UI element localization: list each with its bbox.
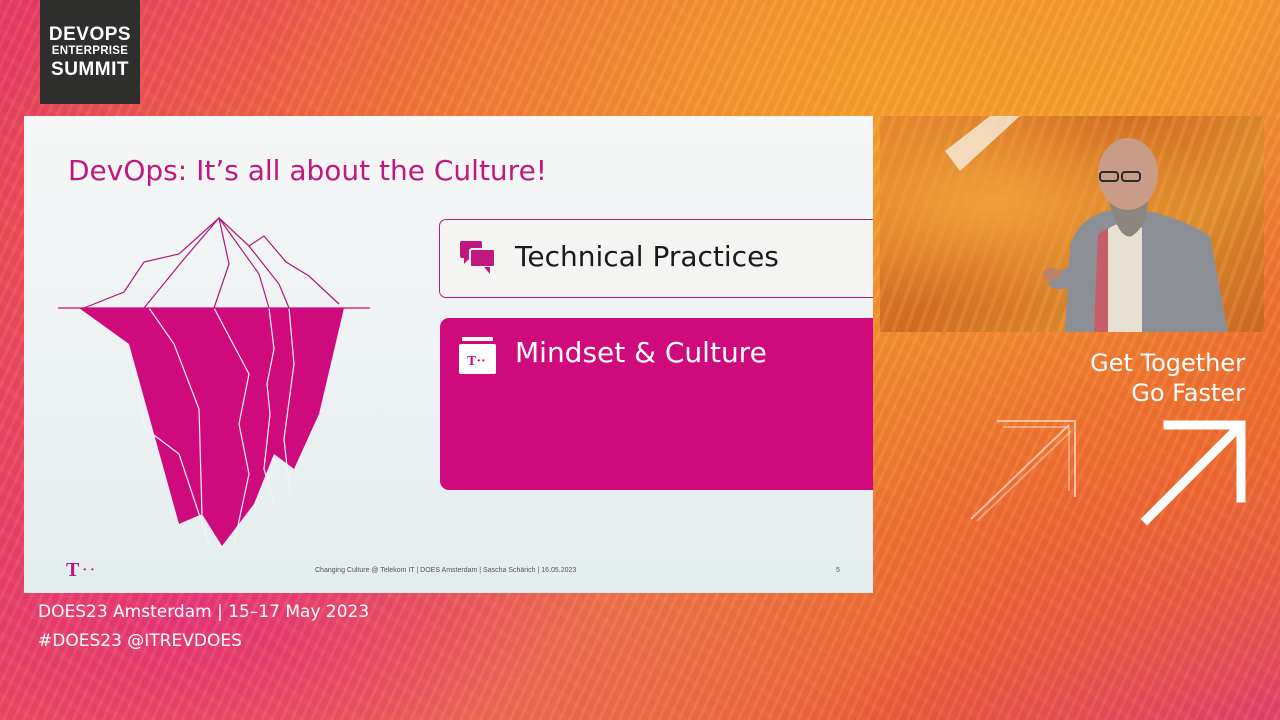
- devops-summit-logo: DEVOPS ENTERPRISE SUMMIT: [40, 0, 140, 104]
- mindset-culture-box: T·· Mindset & Culture: [440, 318, 873, 490]
- telekom-card-icon: T··: [459, 337, 496, 378]
- telekom-logo-t: T: [66, 559, 81, 581]
- iceberg-top-ridge: [218, 217, 270, 309]
- event-line-1: DOES23 Amsterdam | 15–17 May 2023: [38, 602, 370, 622]
- technical-practices-label: Technical Practices: [515, 240, 779, 273]
- iceberg-illustration: [58, 216, 370, 546]
- slide-page-number: 5: [836, 567, 840, 574]
- tagline-line-2: Go Faster: [1131, 379, 1245, 407]
- iceberg-top-ridge: [248, 245, 290, 309]
- logo-line-2: ENTERPRISE: [51, 45, 129, 58]
- logo-line-3: SUMMIT: [51, 58, 129, 80]
- arrow-up-right-icon: [1140, 420, 1246, 526]
- speaker-camera-feed: [880, 116, 1264, 332]
- telekom-logo: T ··: [66, 559, 98, 582]
- iceberg-top-outline: [83, 217, 340, 309]
- slide-title: DevOps: It’s all about the Culture!: [68, 154, 548, 187]
- chat-bubbles-icon: [460, 241, 496, 279]
- event-line-2: #DOES23 @ITREVDOES: [38, 631, 242, 651]
- event-info: DOES23 Amsterdam | 15–17 May 2023 #DOES2…: [38, 598, 369, 656]
- technical-practices-box: Technical Practices: [439, 219, 873, 298]
- tagline: Get Together Go Faster: [1090, 348, 1245, 408]
- ghost-arrow-icon: [970, 420, 1076, 522]
- iceberg-underwater: [79, 308, 344, 546]
- iceberg-top-ridge: [143, 216, 230, 309]
- slide-footer: Changing Culture @ Telekom IT | DOES Ams…: [315, 567, 577, 574]
- speaker-image: [945, 116, 1228, 332]
- mindset-culture-label: Mindset & Culture: [515, 336, 767, 369]
- telekom-logo-dots: ··: [82, 563, 98, 578]
- presentation-slide: DevOps: It’s all about the Culture! Tech…: [24, 116, 873, 593]
- tagline-line-1: Get Together: [1090, 349, 1245, 377]
- telekom-card-icon-text: T··: [467, 354, 486, 369]
- logo-line-1: DEVOPS: [48, 24, 132, 46]
